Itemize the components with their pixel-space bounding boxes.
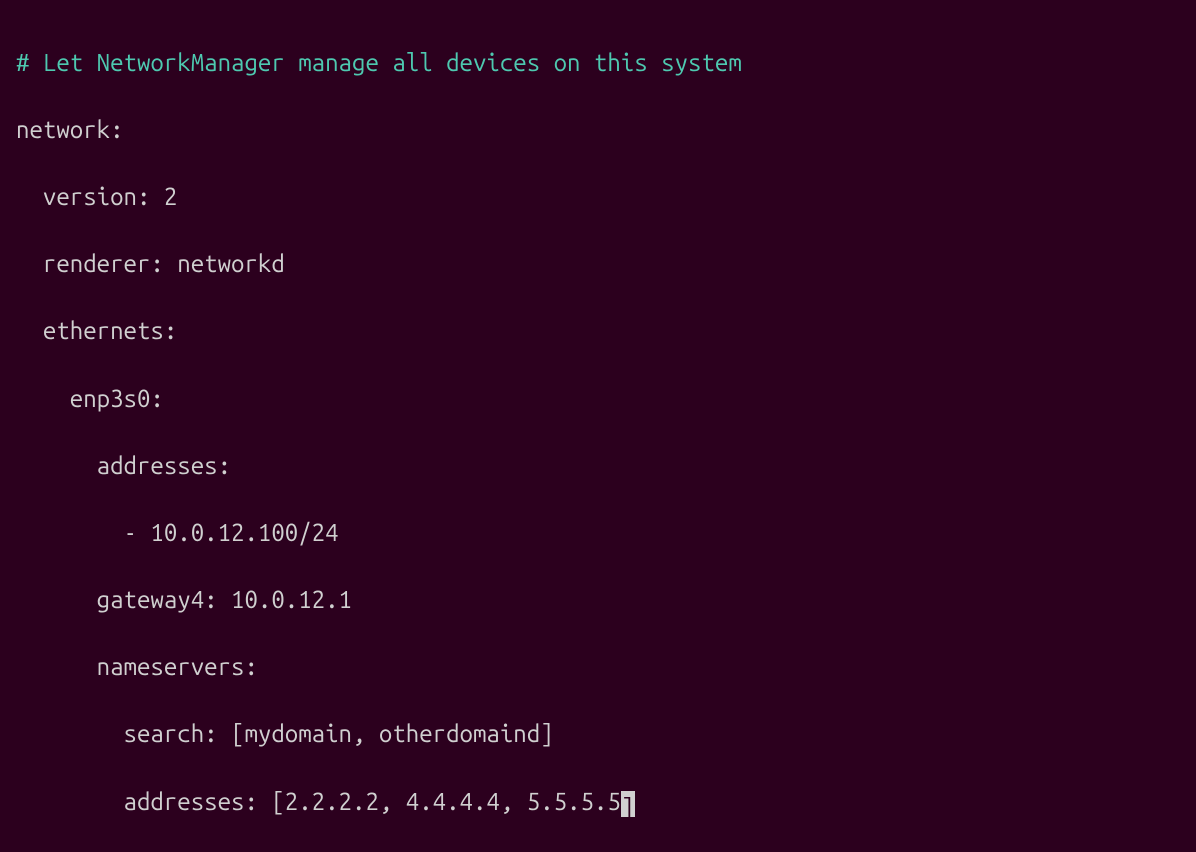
yaml-address-item: - 10.0.12.100/24	[16, 516, 1180, 550]
yaml-interface: enp3s0:	[16, 382, 1180, 416]
yaml-network-key: network:	[16, 113, 1180, 147]
yaml-dns-addresses: addresses: [2.2.2.2, 4.4.4.4, 5.5.5.5]	[16, 785, 1180, 819]
yaml-ethernets: ethernets:	[16, 314, 1180, 348]
yaml-addresses-key: addresses:	[16, 449, 1180, 483]
yaml-dns-addresses-text: addresses: [2.2.2.2, 4.4.4.4, 5.5.5.5	[16, 788, 621, 815]
terminal-editor[interactable]: # Let NetworkManager manage all devices …	[16, 12, 1180, 852]
yaml-version: version: 2	[16, 180, 1180, 214]
yaml-search: search: [mydomain, otherdomaind]	[16, 717, 1180, 751]
yaml-gateway: gateway4: 10.0.12.1	[16, 583, 1180, 617]
yaml-renderer: renderer: networkd	[16, 247, 1180, 281]
yaml-comment: # Let NetworkManager manage all devices …	[16, 46, 1180, 80]
text-cursor: ]	[621, 791, 635, 817]
yaml-nameservers: nameservers:	[16, 650, 1180, 684]
